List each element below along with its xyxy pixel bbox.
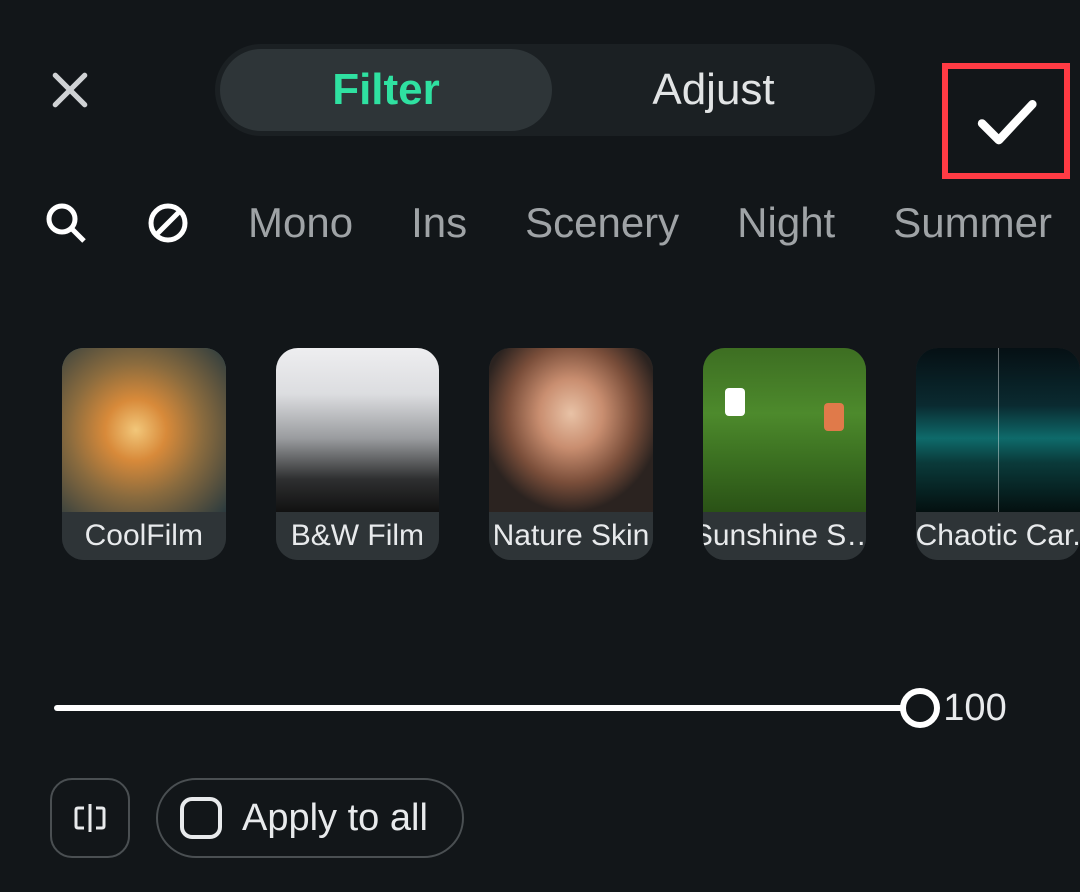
intensity-slider[interactable]: 100: [54, 678, 1030, 738]
tab-switch: Filter Adjust: [215, 44, 875, 136]
filter-label: Nature Skin: [489, 512, 653, 560]
filter-thumb: [489, 348, 653, 512]
filter-label: Sunshine S…: [703, 512, 867, 560]
tab-adjust-label: Adjust: [652, 65, 774, 115]
apply-to-all-label: Apply to all: [242, 797, 428, 840]
filter-thumb: [276, 348, 440, 512]
search-icon: [44, 201, 88, 245]
check-icon: [970, 85, 1042, 157]
checkbox-icon: [180, 797, 222, 839]
slider-track[interactable]: [54, 705, 920, 711]
filter-card-chaotic[interactable]: Chaotic Car.: [916, 348, 1080, 560]
close-button[interactable]: [40, 60, 100, 120]
prohibit-icon: [146, 201, 190, 245]
filter-label: CoolFilm: [62, 512, 226, 560]
category-row: Mono Ins Scenery Night Summer S: [0, 188, 1080, 258]
tab-adjust[interactable]: Adjust: [552, 65, 875, 115]
close-icon: [49, 69, 91, 111]
slider-knob[interactable]: [900, 688, 940, 728]
tab-filter[interactable]: Filter: [220, 49, 552, 131]
filter-thumb: [62, 348, 226, 512]
category-scenery[interactable]: Scenery: [525, 199, 679, 247]
filter-card-coolfilm[interactable]: CoolFilm: [62, 348, 226, 560]
none-filter-button[interactable]: [146, 199, 190, 247]
category-mono[interactable]: Mono: [248, 199, 353, 247]
filter-label: B&W Film: [276, 512, 440, 560]
filter-card-natureskin[interactable]: Nature Skin: [489, 348, 653, 560]
compare-icon: [70, 798, 110, 838]
tab-filter-label: Filter: [332, 65, 440, 115]
compare-button[interactable]: [50, 778, 130, 858]
confirm-button[interactable]: [942, 63, 1070, 179]
filter-thumb: [916, 348, 1080, 512]
filter-label: Chaotic Car.: [916, 512, 1080, 560]
filter-list: CoolFilm B&W Film Nature Skin Sunshine S…: [0, 348, 1080, 568]
apply-to-all-button[interactable]: Apply to all: [156, 778, 464, 858]
filter-card-sunshine[interactable]: Sunshine S…: [703, 348, 867, 560]
filter-card-bwfilm[interactable]: B&W Film: [276, 348, 440, 560]
category-night[interactable]: Night: [737, 199, 835, 247]
category-ins[interactable]: Ins: [411, 199, 467, 247]
filter-thumb: [703, 348, 867, 512]
search-button[interactable]: [44, 199, 88, 247]
category-summer[interactable]: Summer: [893, 199, 1052, 247]
